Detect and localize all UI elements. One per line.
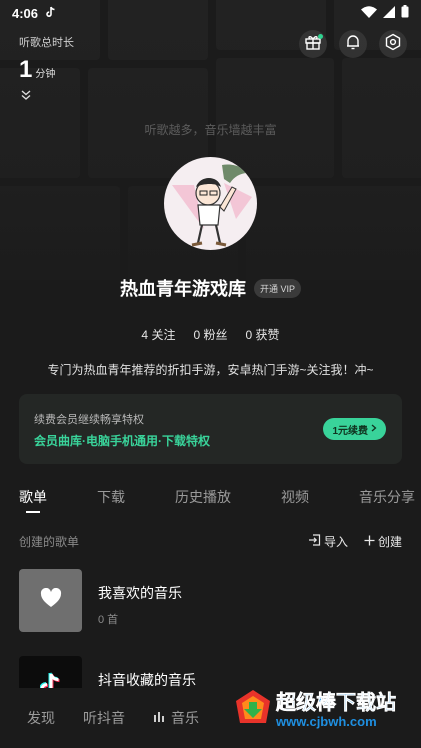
tab-music-share[interactable]: 音乐分享 (359, 487, 415, 507)
nav-listen-douyin[interactable]: 听抖音 (83, 708, 125, 728)
watermark-logo-icon (232, 687, 274, 729)
music-wall-hint: 听歌越多，音乐墙越丰富 (144, 123, 277, 137)
tab-history[interactable]: 历史播放 (175, 487, 231, 507)
import-icon (308, 534, 321, 549)
status-time: 4:06 (12, 5, 39, 21)
liked-music-cover (19, 569, 82, 632)
profile-bio: 专门为热血青年推荐的折扣手游，安卓热门手游~关注我！冲~ (47, 363, 374, 377)
avatar[interactable] (164, 157, 257, 250)
profile-tabs: 歌单 下载 历史播放 视频 音乐分享 (19, 487, 421, 507)
stat-fans[interactable]: 0 粉丝 (193, 326, 227, 343)
tab-videos[interactable]: 视频 (281, 487, 309, 507)
vip-renew-card[interactable]: 续费会员继续畅享特权 会员曲库·电脑手机通用·下载特权 1元续费 (19, 394, 402, 464)
nav-discover[interactable]: 发现 (27, 708, 55, 728)
listen-time-value: 1 (19, 56, 33, 83)
heart-icon (40, 587, 62, 613)
active-tab-indicator (26, 511, 40, 513)
create-playlist-button[interactable]: 创建 (364, 533, 402, 550)
profile-stats: 4 关注 0 粉丝 0 获赞 (0, 326, 421, 343)
expand-chevron-icon[interactable] (20, 88, 32, 106)
battery-icon (401, 5, 409, 21)
wifi-icon (361, 5, 377, 21)
created-playlists-title: 创建的歌单 (19, 535, 80, 549)
watermark: 超级棒下载站 www.cjbwh.com (232, 686, 396, 729)
playlist-name: 抖音收藏的音乐 (98, 672, 196, 688)
tab-downloads[interactable]: 下载 (97, 487, 125, 507)
notification-button[interactable] (339, 30, 367, 58)
plus-icon (364, 535, 375, 549)
status-bar: 4:06 (0, 0, 421, 26)
renew-vip-button[interactable]: 1元续费 (323, 418, 386, 440)
import-button[interactable]: 导入 (308, 533, 348, 550)
open-vip-badge[interactable]: 开通 VIP (253, 278, 301, 298)
bell-icon (344, 33, 362, 56)
listen-time-unit: 分钟 (35, 69, 56, 80)
tiktok-notification-icon (46, 6, 56, 21)
profile-name: 热血青年游戏库 (119, 279, 246, 299)
vip-card-title: 续费会员继续畅享特权 (34, 414, 144, 426)
settings-hexagon-icon (384, 33, 402, 56)
watermark-url: www.cjbwh.com (276, 714, 377, 729)
signal-icon (383, 5, 395, 21)
playlist-name: 我喜欢的音乐 (98, 585, 182, 601)
stat-likes[interactable]: 0 获赞 (246, 326, 280, 343)
playlist-count: 0 首 (98, 614, 119, 626)
listen-time-label: 听歌总时长 (19, 37, 74, 49)
chevron-right-icon (371, 424, 377, 435)
playlist-item[interactable]: 我喜欢的音乐 0 首 (19, 569, 182, 632)
gift-notification-dot (318, 34, 323, 39)
settings-button[interactable] (379, 30, 407, 58)
watermark-title: 超级棒下载站 (276, 692, 397, 715)
stat-following[interactable]: 4 关注 (141, 326, 175, 343)
gift-button[interactable] (299, 30, 327, 58)
equalizer-icon (153, 710, 167, 726)
tab-playlists[interactable]: 歌单 (19, 487, 47, 507)
vip-card-benefits: 会员曲库·电脑手机通用·下载特权 (34, 434, 210, 448)
listen-time-stat[interactable]: 听歌总时长 1 分钟 (19, 34, 74, 84)
nav-music[interactable]: 音乐 (153, 708, 199, 728)
